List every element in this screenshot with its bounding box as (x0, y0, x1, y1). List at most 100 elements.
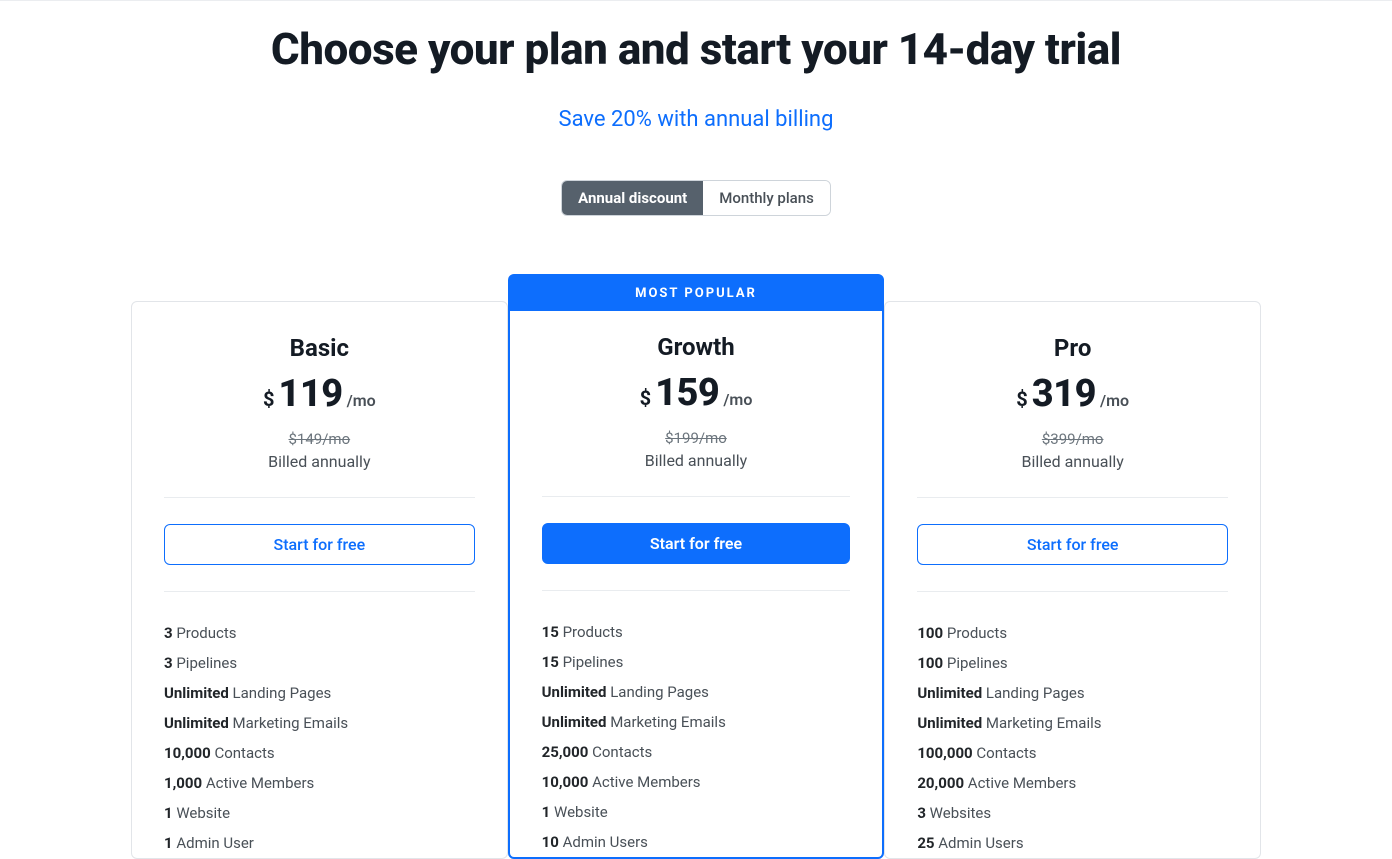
feature-label: Products (559, 623, 623, 641)
feature-list: 100 Products100 Pipelines Unlimited Landi… (917, 618, 1228, 858)
feature-label: Active Members (588, 773, 700, 791)
feature-item: 10 Admin Users (542, 827, 851, 857)
feature-item: 25,000 Contacts (542, 737, 851, 767)
original-price: $199/mo (542, 429, 851, 447)
feature-label: Marketing Emails (606, 713, 725, 731)
feature-value: Unlimited (164, 684, 229, 702)
divider (164, 591, 475, 592)
price-period: /mo (723, 390, 752, 409)
feature-item: 3 Products (164, 618, 475, 648)
feature-item: 100,000 Contacts (917, 738, 1228, 768)
feature-item: 10,000 Contacts (164, 738, 475, 768)
feature-label: Landing Pages (229, 684, 331, 702)
price-period: /mo (347, 391, 376, 410)
price-value: 319 (1032, 372, 1096, 416)
feature-item: 1,000 Active Members (164, 768, 475, 798)
price-row: $ 319 /mo (917, 372, 1228, 416)
feature-label: Pipelines (559, 653, 623, 671)
feature-label: Marketing Emails (229, 714, 348, 732)
feature-value: Unlimited (542, 713, 607, 731)
feature-label: Website (173, 804, 230, 822)
feature-label: Pipelines (943, 654, 1007, 672)
feature-label: Admin Users (559, 833, 648, 851)
feature-label: Active Members (964, 774, 1076, 792)
price-period: /mo (1100, 391, 1129, 410)
currency-symbol: $ (1016, 387, 1027, 411)
feature-value: 25,000 (542, 743, 589, 761)
plan-pro: Pro $ 319 /mo $399/mo Billed annually St… (884, 301, 1261, 859)
feature-list: 3 Products3 PipelinesUnlimited Landing P… (164, 618, 475, 858)
feature-value: 100 (917, 624, 943, 642)
divider (917, 591, 1228, 592)
plan-name: Basic (164, 334, 475, 362)
feature-item: Unlimited Marketing Emails (917, 708, 1228, 738)
feature-value: 1,000 (164, 774, 202, 792)
feature-label: Websites (926, 804, 991, 822)
tab-annual[interactable]: Annual discount (562, 181, 703, 215)
price-value: 159 (655, 371, 719, 415)
feature-value: 3 (164, 624, 173, 642)
feature-label: Landing Pages (982, 684, 1084, 702)
feature-label: Contacts (588, 743, 652, 761)
feature-label: Active Members (202, 774, 314, 792)
feature-value: 10,000 (164, 744, 211, 762)
feature-item: 10,000 Active Members (542, 767, 851, 797)
feature-value: 25 (917, 834, 934, 852)
tab-monthly[interactable]: Monthly plans (703, 181, 830, 215)
feature-item: Unlimited Landing Pages (542, 677, 851, 707)
feature-value: 3 (164, 654, 173, 672)
price-value: 119 (278, 372, 342, 416)
currency-symbol: $ (640, 386, 651, 410)
plan-name: Growth (542, 333, 851, 361)
billing-note: Billed annually (542, 451, 851, 470)
divider (542, 496, 851, 497)
most-popular-badge: MOST POPULAR (510, 276, 883, 311)
feature-label: Admin User (173, 834, 254, 852)
feature-value: 100,000 (917, 744, 972, 762)
feature-item: 1 Admin User (164, 828, 475, 858)
feature-item: 1 Website (542, 797, 851, 827)
billing-note: Billed annually (164, 452, 475, 471)
feature-item: 1 Website (164, 798, 475, 828)
feature-value: 1 (164, 804, 173, 822)
feature-item: Unlimited Landing Pages (164, 678, 475, 708)
feature-value: Unlimited (917, 684, 982, 702)
feature-item: 20,000 Active Members (917, 768, 1228, 798)
start-free-button[interactable]: Start for free (542, 523, 851, 564)
feature-value: 1 (164, 834, 173, 852)
feature-label: Contacts (211, 744, 275, 762)
billing-toggle: Annual discount Monthly plans (561, 180, 831, 216)
feature-label: Products (943, 624, 1007, 642)
feature-item: Unlimited Landing Pages (917, 678, 1228, 708)
plans-grid: Basic $ 119 /mo $149/mo Billed annually … (131, 274, 1261, 859)
currency-symbol: $ (263, 387, 274, 411)
page-subhead: Save 20% with annual billing (131, 107, 1261, 132)
feature-value: Unlimited (542, 683, 607, 701)
start-free-button[interactable]: Start for free (164, 524, 475, 565)
feature-value: Unlimited (917, 714, 982, 732)
feature-value: Unlimited (164, 714, 229, 732)
divider (542, 590, 851, 591)
feature-value: 15 (542, 623, 559, 641)
billing-note: Billed annually (917, 452, 1228, 471)
feature-label: Contacts (973, 744, 1037, 762)
feature-value: 100 (917, 654, 943, 672)
feature-item: 25 Admin Users (917, 828, 1228, 858)
start-free-button[interactable]: Start for free (917, 524, 1228, 565)
feature-item: Unlimited Marketing Emails (542, 707, 851, 737)
feature-label: Website (550, 803, 607, 821)
feature-label: Products (173, 624, 237, 642)
feature-value: 15 (542, 653, 559, 671)
feature-list: 15 Products15 PipelinesUnlimited Landing… (542, 617, 851, 857)
original-price: $399/mo (917, 430, 1228, 448)
feature-item: 15 Pipelines (542, 647, 851, 677)
feature-value: 1 (542, 803, 551, 821)
price-row: $ 119 /mo (164, 372, 475, 416)
feature-label: Landing Pages (606, 683, 708, 701)
feature-label: Marketing Emails (982, 714, 1101, 732)
page-headline: Choose your plan and start your 14-day t… (131, 23, 1261, 75)
feature-value: 10,000 (542, 773, 589, 791)
plan-growth: MOST POPULAR Growth $ 159 /mo $199/mo Bi… (508, 274, 885, 859)
feature-item: 3 Pipelines (164, 648, 475, 678)
divider (164, 497, 475, 498)
